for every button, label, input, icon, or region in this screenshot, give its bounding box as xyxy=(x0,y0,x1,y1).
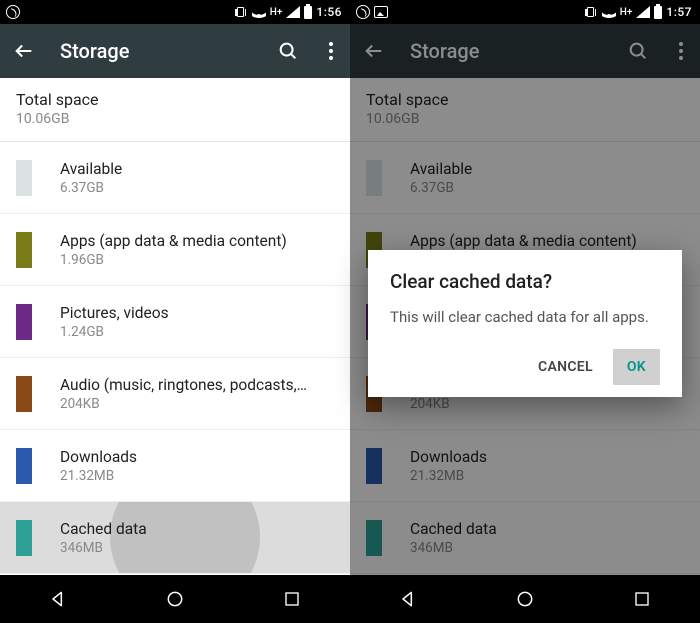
status-bar: H+ 1:57 xyxy=(350,0,700,24)
row-label: Pictures, videos xyxy=(60,304,169,322)
status-time: 1:57 xyxy=(666,5,692,19)
wifi-icon xyxy=(602,6,616,18)
whatsapp-icon xyxy=(356,5,370,19)
nav-home-icon[interactable] xyxy=(513,587,537,611)
color-swatch xyxy=(16,520,32,556)
row-value: 346MB xyxy=(60,540,147,556)
screenshot-left: H+ 1:56 Storage Total space 10.06GB xyxy=(0,0,350,623)
storage-row-apps[interactable]: Apps (app data & media content) 1.96GB xyxy=(0,214,350,286)
storage-row-available[interactable]: Available 6.37GB xyxy=(0,142,350,214)
app-bar: Storage xyxy=(0,24,350,78)
page-title: Storage xyxy=(60,39,252,63)
status-time: 1:56 xyxy=(316,5,342,19)
color-swatch xyxy=(16,304,32,340)
whatsapp-icon xyxy=(6,5,20,19)
overflow-menu-icon[interactable] xyxy=(324,39,338,63)
row-label: Available xyxy=(60,160,122,178)
network-type: H+ xyxy=(270,7,283,18)
storage-row-pictures[interactable]: Pictures, videos 1.24GB xyxy=(0,286,350,358)
cancel-button[interactable]: CANCEL xyxy=(524,349,607,385)
nav-bar xyxy=(350,575,700,623)
status-bar: H+ 1:56 xyxy=(0,0,350,24)
storage-content: Total space 10.06GB Available 6.37GB Apps… xyxy=(0,78,350,575)
row-label: Downloads xyxy=(60,448,137,466)
screenshot-right: H+ 1:57 Storage Total space xyxy=(350,0,700,623)
vibrate-icon xyxy=(584,6,598,18)
vibrate-icon xyxy=(234,6,248,18)
battery-icon xyxy=(654,6,662,19)
storage-row-downloads[interactable]: Downloads 21.32MB xyxy=(0,430,350,502)
row-value: 6.37GB xyxy=(60,180,122,196)
wifi-icon xyxy=(252,6,266,18)
clear-cache-dialog: Clear cached data? This will clear cache… xyxy=(368,250,682,397)
signal-icon xyxy=(636,6,650,18)
color-swatch xyxy=(16,160,32,196)
nav-home-icon[interactable] xyxy=(163,587,187,611)
storage-row-audio[interactable]: Audio (music, ringtones, podcasts, et.. 2… xyxy=(0,358,350,430)
search-icon[interactable] xyxy=(276,39,300,63)
ok-button[interactable]: OK xyxy=(613,349,660,385)
nav-recent-icon[interactable] xyxy=(280,587,304,611)
row-value: 1.24GB xyxy=(60,324,169,340)
row-label: Audio (music, ringtones, podcasts, et.. xyxy=(60,376,310,394)
total-space-label: Total space xyxy=(16,90,334,109)
row-value: 21.32MB xyxy=(60,468,137,484)
row-label: Apps (app data & media content) xyxy=(60,232,287,250)
storage-row-cached[interactable]: Cached data 346MB xyxy=(0,502,350,574)
dialog-message: This will clear cached data for all apps… xyxy=(390,307,660,327)
battery-icon xyxy=(304,6,312,19)
nav-recent-icon[interactable] xyxy=(630,587,654,611)
total-space-value: 10.06GB xyxy=(16,111,334,127)
color-swatch xyxy=(16,232,32,268)
total-space: Total space 10.06GB xyxy=(0,78,350,141)
network-type: H+ xyxy=(620,7,633,18)
image-notification-icon xyxy=(374,6,388,18)
nav-back-icon[interactable] xyxy=(46,587,70,611)
color-swatch xyxy=(16,376,32,412)
row-value: 204KB xyxy=(60,396,310,412)
row-value: 1.96GB xyxy=(60,252,287,268)
color-swatch xyxy=(16,448,32,484)
nav-back-icon[interactable] xyxy=(396,587,420,611)
nav-bar xyxy=(0,575,350,623)
dialog-title: Clear cached data? xyxy=(390,270,660,293)
back-icon[interactable] xyxy=(12,39,36,63)
row-label: Cached data xyxy=(60,520,147,538)
signal-icon xyxy=(286,6,300,18)
